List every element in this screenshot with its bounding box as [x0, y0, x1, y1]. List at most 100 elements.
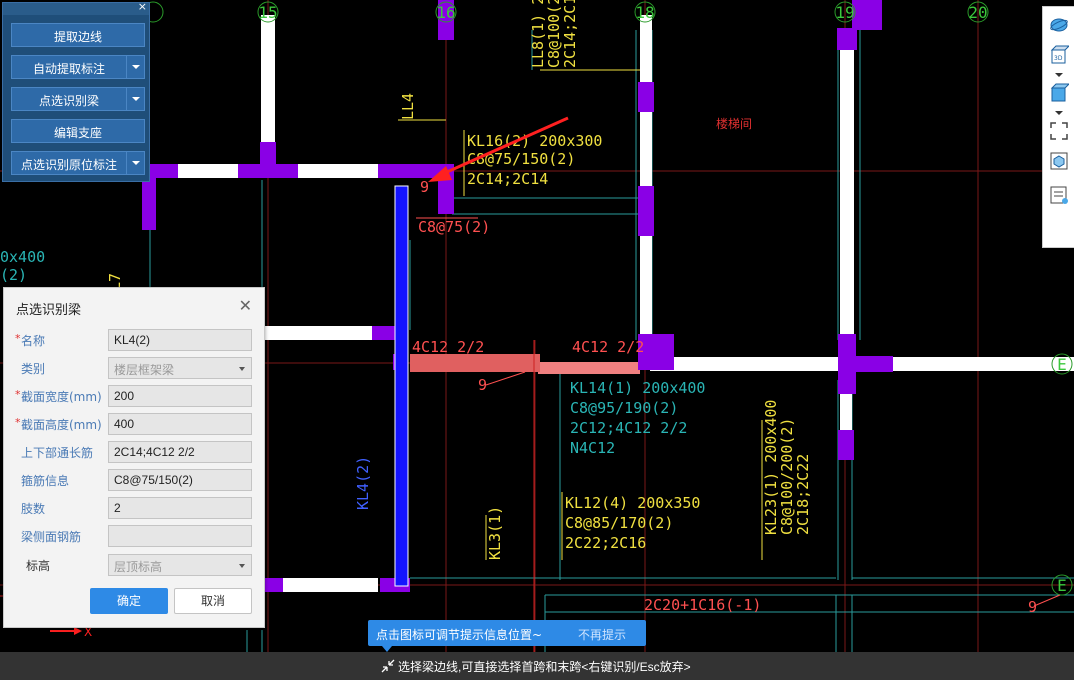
fullscreen-icon[interactable] [1049, 121, 1069, 141]
field-side-rebar-label: 梁侧面钢筋 [21, 530, 82, 544]
red-leaders [416, 217, 1061, 607]
required-marker: * [15, 388, 21, 401]
close-icon[interactable]: ✕ [239, 296, 252, 315]
field-side-rebar-row: 梁侧面钢筋 [4, 523, 264, 549]
ann-nine-b: 9 [478, 376, 487, 394]
stirrup-input[interactable]: C8@75/150(2) [108, 469, 252, 491]
ann-ll4: LL4 [399, 93, 417, 120]
name-input[interactable]: KL4(2) [108, 329, 252, 351]
ann-kl14-2: C8@95/190(2) [570, 399, 678, 417]
chevron-down-icon[interactable] [126, 88, 144, 110]
recognition-toolbar-panel: × 提取边线 自动提取标注 点选识别梁 编辑支座 点选识别原位标注 [2, 0, 150, 182]
field-height-label: 截面高度(mm) [21, 418, 102, 432]
axis-label-19: 19 [835, 3, 854, 22]
tip-popup: 点击图标可调节提示信息位置~ 不再提示 [368, 620, 646, 652]
point-identify-beam-button[interactable]: 点选识别梁 [11, 87, 145, 111]
chevron-down-icon[interactable] [1049, 71, 1069, 79]
ann-kl23-3: 2C18;2C22 [794, 454, 812, 535]
auto-extract-label: 自动提取标注 [32, 62, 105, 76]
chevron-down-icon[interactable] [1049, 109, 1069, 117]
field-name-label: 名称 [21, 334, 46, 348]
ann-kl12-3: 2C22;2C16 [565, 534, 646, 552]
edit-support-button[interactable]: 编辑支座 [11, 119, 145, 143]
ann-bottom: 2C20+1C16(-1) [644, 596, 761, 614]
field-width-label: 截面宽度(mm) [21, 390, 102, 404]
dialog-title: 点选识别梁 [16, 303, 82, 318]
field-stirrup-row: 箍筋信息 C8@75/150(2) [4, 467, 264, 493]
orbit-icon[interactable] [1049, 15, 1069, 35]
ann-ll8-3: 2C14;2C14 [561, 0, 579, 68]
extract-edge-label: 提取边线 [53, 30, 102, 44]
point-identify-beam-label: 点选识别梁 [38, 94, 99, 108]
ann-kl16-3: 2C14;2C14 [467, 170, 548, 188]
axis-label-15: 15 [258, 3, 277, 22]
point-identify-inplace-label: 点选识别原位标注 [20, 158, 117, 172]
field-height-row: * 截面高度(mm) 400 [4, 411, 264, 437]
ann-kl12-1: KL12(4) 200x350 [565, 494, 700, 512]
view-toolbar: 3D [1042, 6, 1074, 248]
cancel-button[interactable]: 取消 [174, 588, 252, 614]
field-legs-row: 肢数 2 [4, 495, 264, 521]
properties-icon[interactable] [1049, 185, 1069, 205]
field-legs-label: 肢数 [21, 502, 46, 516]
field-stirrup-label: 箍筋信息 [21, 474, 70, 488]
ann-kl14-3: 2C12;4C12 2/2 [570, 419, 687, 437]
ann-left-400: 0x400 [0, 248, 45, 266]
chevron-down-icon[interactable] [126, 56, 144, 78]
field-elevation-row: 标高 层顶标高 [4, 552, 264, 578]
collapse-arrows-icon[interactable] [380, 658, 396, 674]
field-category-row: 类别 楼层框架梁 [4, 355, 264, 381]
ok-button[interactable]: 确定 [90, 588, 168, 614]
category-select[interactable]: 楼层框架梁 [108, 357, 252, 379]
axis-label-18: 18 [635, 3, 654, 22]
status-text: 选择梁边线,可直接选择首跨和末跨<右键识别/Esc放弃> [398, 660, 691, 674]
section-width-input[interactable]: 200 [108, 385, 252, 407]
ann-c8-75: C8@75(2) [418, 218, 490, 236]
ann-stair: 楼梯间 [716, 116, 752, 131]
ann-nine-a: 9 [420, 178, 429, 196]
ann-rebar-a: 4C12 2/2 [412, 338, 484, 356]
ann-kl12-2: C8@85/170(2) [565, 514, 673, 532]
ann-kl16-1: KL16(2) 200x300 [467, 132, 602, 150]
dont-show-again-link[interactable]: 不再提示 [578, 626, 626, 643]
required-marker: * [15, 332, 21, 345]
ann-kl14-4: N4C12 [570, 439, 615, 457]
edit-support-label: 编辑支座 [53, 126, 102, 140]
view-box-icon[interactable] [1049, 151, 1069, 171]
section-height-input[interactable]: 400 [108, 413, 252, 435]
axis-label-16: 16 [436, 3, 455, 22]
ann-nine-c: 9 [1028, 598, 1037, 616]
ann-kl14-1: KL14(1) 200x400 [570, 379, 705, 397]
ann-rebar-b: 4C12 2/2 [572, 338, 644, 356]
svg-text:3D: 3D [1054, 55, 1063, 62]
field-name-row: * 名称 KL4(2) [4, 327, 264, 353]
point-identify-inplace-button[interactable]: 点选识别原位标注 [11, 151, 145, 175]
panel-header: × [3, 0, 149, 15]
side-rebar-input[interactable] [108, 525, 252, 547]
field-width-row: * 截面宽度(mm) 200 [4, 383, 264, 409]
ann-kl16-2: C8@75/150(2) [467, 150, 575, 168]
3d-icon[interactable]: 3D [1049, 45, 1069, 65]
long-rebar-input[interactable]: 2C14;4C12 2/2 [108, 441, 252, 463]
tip-text: 点击图标可调节提示信息位置~ [376, 628, 543, 642]
elevation-select[interactable]: 层顶标高 [108, 554, 252, 576]
panel-close-icon[interactable]: × [138, 0, 147, 13]
axis-label-e: E [1057, 355, 1067, 374]
auto-extract-label-button[interactable]: 自动提取标注 [11, 55, 145, 79]
axis-label-20: 20 [968, 3, 987, 22]
field-longbar-label: 上下部通长筋 [21, 446, 94, 460]
legs-input[interactable]: 2 [108, 497, 252, 519]
ann-kl4: KL4(2) [354, 456, 372, 510]
identify-beam-dialog: 点选识别梁 ✕ * 名称 KL4(2) 类别 楼层框架梁 * 截面宽度(mm) … [3, 287, 265, 628]
cube-icon[interactable] [1049, 83, 1069, 103]
status-bar: 选择梁边线,可直接选择首跨和末跨<右键识别/Esc放弃> [0, 652, 1074, 680]
chevron-down-icon[interactable] [126, 152, 144, 174]
field-category-label: 类别 [21, 362, 46, 376]
selected-beam-kl4[interactable] [394, 185, 409, 587]
required-marker: * [15, 416, 21, 429]
extract-edge-button[interactable]: 提取边线 [11, 23, 145, 47]
ann-kl3: KL3(1) [486, 506, 504, 560]
axis-label-e2: E [1057, 576, 1067, 595]
field-longbar-row: 上下部通长筋 2C14;4C12 2/2 [4, 439, 264, 465]
ann-left-2: (2) [0, 266, 27, 284]
